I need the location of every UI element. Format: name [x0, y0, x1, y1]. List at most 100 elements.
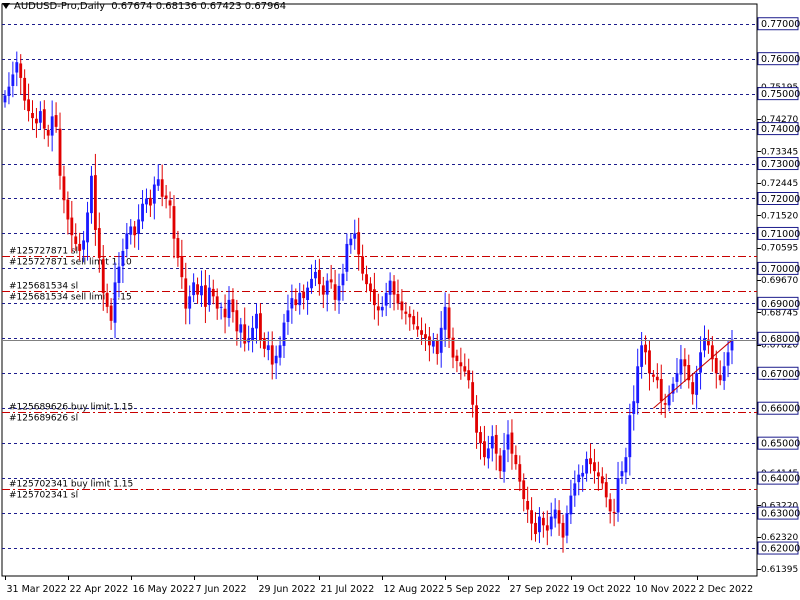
- candle-body-bull: [274, 355, 278, 364]
- order-label: #125702341 sl: [9, 491, 78, 501]
- price-tick-label: 0.73345: [761, 147, 798, 157]
- candle-body-bull: [251, 327, 254, 341]
- candle-body-bear: [408, 313, 412, 318]
- candle-body-bull: [86, 212, 89, 243]
- candle-body-bear: [416, 326, 420, 330]
- price-tick-label: 0.62320: [761, 533, 798, 543]
- candle-body-bull: [82, 240, 86, 250]
- candle-body-bear: [435, 340, 439, 355]
- candle-body-bull: [7, 86, 11, 97]
- time-tick-label: 27 Sep 2022: [510, 584, 570, 595]
- time-tick-label: 12 Aug 2022: [384, 584, 445, 595]
- candle-body-bear: [215, 296, 219, 309]
- candle-body-bull: [278, 345, 282, 358]
- candle-body-bull: [188, 296, 192, 309]
- time-tick-label: 22 Apr 2022: [70, 584, 129, 595]
- candle-body-bull: [388, 280, 392, 295]
- candle-body-bear: [541, 517, 545, 526]
- candle-body-bull: [239, 324, 243, 333]
- candle-body-bull: [152, 184, 156, 204]
- candle-body-bear: [317, 270, 321, 285]
- price-level-label: 0.66000: [761, 404, 800, 415]
- candle-body-bull: [337, 285, 341, 301]
- candle-body-bear: [70, 217, 74, 236]
- candle-body-bull: [219, 306, 223, 308]
- candle-body-bull: [695, 373, 699, 395]
- candle-body-bear: [600, 476, 604, 484]
- candle-body-bear: [471, 382, 475, 405]
- candle-body-bear: [518, 464, 522, 482]
- time-tick-label: 16 May 2022: [133, 584, 195, 595]
- price-level-label: 0.76000: [761, 54, 800, 65]
- price-level-label: 0.64000: [761, 474, 800, 485]
- candle-body-bear: [530, 510, 533, 524]
- order-label: #125689626 sl: [9, 414, 78, 424]
- candle-body-bear: [420, 330, 423, 335]
- candle-body-bear: [231, 299, 235, 313]
- candle-body-bear: [596, 472, 600, 477]
- candle-body-bear: [361, 256, 365, 274]
- order-label: #125727871 sl: [9, 247, 78, 257]
- candle-body-bull: [11, 74, 15, 87]
- time-tick-label: 21 Jul 2022: [321, 584, 375, 595]
- candle-body-bear: [168, 200, 172, 206]
- candle-body-bull: [636, 366, 640, 404]
- candle-body-bull: [679, 359, 683, 375]
- price-level-label: 0.75000: [761, 89, 800, 100]
- candle-body-bull: [506, 434, 510, 450]
- price-level-label: 0.77000: [761, 19, 800, 30]
- candle-body-bear: [396, 293, 400, 304]
- candle-body-bear: [176, 238, 180, 258]
- candle-body-bear: [718, 375, 722, 381]
- candle-body-bull: [129, 226, 133, 235]
- candle-body-bull: [306, 287, 310, 301]
- candle-body-bull: [581, 472, 585, 477]
- candle-body-bear: [447, 307, 451, 339]
- candle-body-bull: [632, 401, 636, 414]
- candle-body-bull: [141, 203, 144, 222]
- candle-body-bull: [565, 513, 569, 536]
- candle-body-bear: [62, 176, 66, 201]
- candle-body-bear: [357, 232, 361, 255]
- candle-body-bear: [196, 284, 199, 295]
- candle-body-bear: [35, 118, 38, 124]
- candle-body-bear: [589, 458, 592, 465]
- candle-body-bear: [494, 434, 498, 454]
- candle-body-bear: [211, 288, 215, 297]
- candle-body-bear: [180, 256, 184, 278]
- candle-body-bull: [349, 238, 353, 246]
- candle-body-bear: [148, 197, 152, 206]
- price-tick-label: 0.70595: [761, 244, 798, 254]
- candle-body-bull: [310, 278, 313, 289]
- price-tick-label: 0.72445: [761, 179, 798, 189]
- candle-body-bear: [46, 129, 50, 136]
- candle-body-bear: [333, 284, 337, 300]
- price-level-label: 0.63000: [761, 509, 800, 520]
- candle-body-bear: [400, 301, 404, 311]
- candle-body-bear: [164, 195, 168, 199]
- price-chart[interactable]: #125727871 sl#125727871 sell limit 1.10 #…: [0, 0, 800, 600]
- candle-body-bear: [514, 454, 518, 465]
- order-label: #125681534 sell limit 1.15: [9, 293, 132, 303]
- candle-body-bear: [392, 281, 396, 295]
- candle-body-bear: [31, 113, 34, 119]
- candle-body-bull: [549, 516, 553, 530]
- candle-body-bull: [628, 415, 632, 458]
- time-tick-label: 7 Jun 2022: [196, 584, 247, 595]
- price-tick-label: 0.61395: [761, 565, 798, 575]
- candle-body-bull: [314, 271, 317, 279]
- candle-body-bear: [101, 259, 105, 293]
- order-label: #125727871 sell limit 1.10: [9, 258, 132, 268]
- candle-body-bear: [522, 480, 526, 500]
- candle-body-bear: [526, 500, 530, 510]
- candle-body-bull: [156, 179, 160, 186]
- candle-body-bear: [651, 374, 655, 377]
- candle-body-bull: [50, 116, 54, 136]
- candle-body-bull: [145, 198, 148, 205]
- candle-body-bear: [42, 109, 46, 129]
- candle-body-bear: [714, 358, 718, 374]
- candle-body-bull: [298, 292, 302, 306]
- candle-body-bull: [15, 62, 19, 73]
- candle-body-bear: [235, 310, 239, 332]
- candle-body-bear: [644, 344, 647, 353]
